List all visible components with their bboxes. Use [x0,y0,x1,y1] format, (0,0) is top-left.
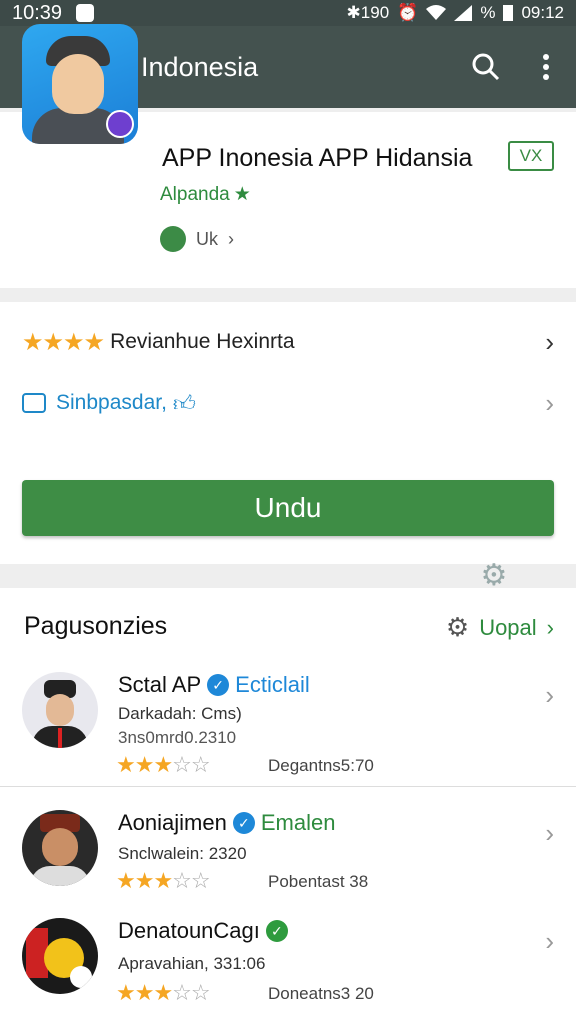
reviews-label: Revianhue Hexinrta [110,330,295,353]
item-subtitle: Snclwalein: 2320 [118,844,247,863]
bluetooth-signal-text: ✱190 [346,3,390,22]
chevron-right-icon: › [545,680,554,710]
item-name: Aoniajimen ✓ Emalen [118,810,336,835]
similar-apps-row[interactable]: Sinbpasdar, 👍︎ › [22,387,554,419]
reviews-row[interactable]: ★★★★ Revianhue Hexinrta › [22,326,554,358]
item-right-text: Pobentast 38 [268,872,369,891]
developer-link[interactable]: Alpanda ★ [160,183,251,206]
battery-icon [503,5,514,21]
item-rating-stars: ★★★☆☆ [116,868,211,893]
verified-icon: ✓ [265,920,288,942]
battery-text: % [480,3,496,22]
more-vert-icon [543,54,549,80]
editors-choice-icon [160,226,186,252]
wifi-icon [426,5,447,20]
status-indicators: ✱190 ⏰ % 09:12 [347,3,564,23]
signal-icon [454,5,473,21]
search-icon [472,53,500,81]
chevron-right-icon: › [546,614,554,640]
section-title: Pagusonzies [24,612,168,640]
avatar [22,918,98,994]
chevron-right-icon: › [545,926,554,956]
app-badge-icon [106,110,134,138]
chevron-right-icon: › [545,387,554,418]
notification-icon [76,4,95,22]
item-name: Sctal AP ✓ Ecticlail [118,672,310,697]
status-time: 10:39 [12,1,63,24]
app-meta: Uk › [160,226,234,252]
avatar [22,810,98,886]
content-rating-badge: VX [508,141,554,171]
item-right-text: Degantns5:70 [268,756,374,775]
search-button[interactable] [456,26,516,108]
app-meta-text: Uk [196,228,218,249]
install-button[interactable]: Undu [22,480,554,536]
divider [0,786,576,787]
list-item[interactable]: DenatounCagı ✓ Apravahian, 331:06 ★★★☆☆ … [0,918,576,1024]
chevron-right-icon: › [545,326,554,357]
list-item[interactable]: Sctal AP ✓ Ecticlail Darkadah: Cms) 3ns0… [0,672,576,802]
meta-chevron-icon: › [228,228,234,249]
verified-icon: ✓ [207,674,230,696]
item-name: DenatounCagı ✓ [118,918,288,944]
alarm-icon: ⏰ [397,3,419,22]
similar-label: Sinbpasdar, [56,391,167,414]
item-detail: 3ns0mrd0.2310 [118,728,237,747]
item-rating-stars: ★★★☆☆ [116,752,211,777]
item-subtitle: Apravahian, 331:06 [118,954,266,973]
app-name: APP Inonesia APP Hidansia [162,144,473,172]
item-right-text: Doneatns3 20 [268,984,374,1003]
top-developer-star-icon: ★ [233,184,251,205]
rating-stars: ★★★★ [22,328,105,356]
app-icon [22,24,138,144]
see-more-link[interactable]: ⚙ Uopal › [446,612,554,643]
see-more-label: Uopal [479,614,537,640]
message-icon [22,393,46,413]
status-clock-right: 09:12 [521,3,564,22]
developer-name: Alpanda [160,183,230,205]
thumbs-up-icon: 👍︎ [172,390,196,416]
gear-icon: ⚙ [445,612,470,642]
verified-icon: ✓ [232,812,255,834]
overflow-menu-button[interactable] [516,26,576,108]
chevron-right-icon: › [545,818,554,848]
status-bar: 10:39 ✱190 ⏰ % 09:12 [0,0,576,26]
item-rating-stars: ★★★☆☆ [116,980,211,1005]
avatar [22,672,98,748]
item-subtitle: Darkadah: Cms) [118,704,242,723]
